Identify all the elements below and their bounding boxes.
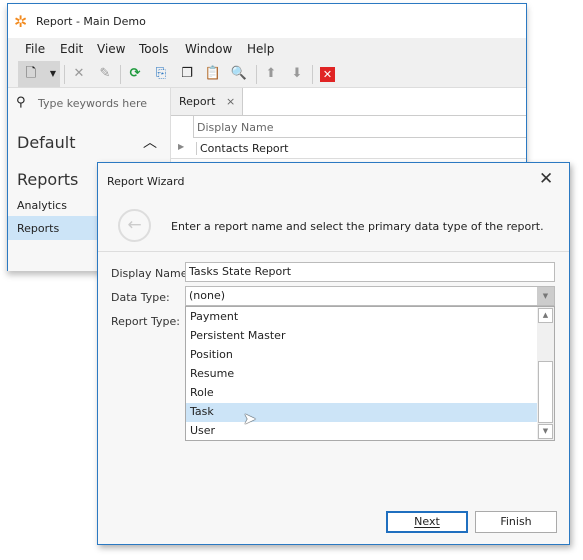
list-item[interactable]: Task [186,403,537,422]
search-input[interactable]: Type keywords here [38,97,147,110]
refresh-icon[interactable]: ⟳ [126,65,144,83]
next-button[interactable]: Next [386,511,468,533]
separator [120,65,121,84]
instruction-text: Enter a report name and select the prima… [171,220,544,233]
combo-value: (none) [189,289,226,302]
close-icon[interactable]: × [226,95,235,108]
window-title: Report - Main Demo [36,15,146,28]
edit-icon[interactable]: ✎ [96,65,114,83]
display-name-field[interactable]: Tasks State Report [185,262,555,282]
app-logo-icon: ✲ [14,12,28,31]
paste-icon[interactable]: 📋 [204,65,222,83]
divider [98,251,569,252]
dropdown-icon[interactable]: ▼ [44,65,62,83]
title-bar: ✲ Report - Main Demo [8,4,526,38]
menu-view[interactable]: View [97,42,125,56]
preview-icon[interactable]: 🔍 [230,65,248,83]
scrollbar[interactable]: ▲ ▼ [537,307,554,440]
list-item[interactable]: Role [186,384,537,403]
menu-file[interactable]: File [25,42,45,56]
scroll-up-icon[interactable]: ▲ [538,308,553,323]
data-type-label: Data Type: [111,291,170,304]
mouse-cursor-icon: ➤ [243,409,257,428]
list-item[interactable]: Persistent Master [186,327,537,346]
menu-edit[interactable]: Edit [60,42,83,56]
report-type-label: Report Type: [111,315,180,328]
finish-button[interactable]: Finish [475,511,557,533]
scroll-down-icon[interactable]: ▼ [538,424,553,439]
expand-icon[interactable]: ▶ [178,142,184,151]
tab-report[interactable]: Report × [171,88,243,115]
report-wizard-dialog: Report Wizard ✕ ← Enter a report name an… [97,162,570,545]
menu-bar: File Edit View Tools Window Help [8,38,526,61]
close-icon[interactable]: ✕ [539,169,553,189]
menu-window[interactable]: Window [185,42,232,56]
scroll-thumb[interactable] [538,361,553,423]
table-row[interactable]: ▶ Contacts Report [171,138,526,159]
sidebar-item-analytics[interactable]: Analytics [17,199,67,212]
separator [64,65,65,84]
group-reports[interactable]: Reports [17,170,78,189]
grid-header: Display Name [193,116,526,138]
toolbar: 🗋 ▼ ✕ ✎ ⟳ ⎘ ❐ 📋 🔍 ⬆ ⬇ ✕ [8,61,526,88]
display-name-label: Display Name: [111,267,192,280]
delete-icon[interactable]: ✕ [70,65,88,83]
separator [256,65,257,84]
chevron-down-icon[interactable]: ▼ [537,287,554,305]
back-button[interactable]: ← [118,209,151,242]
copy-icon[interactable]: ❐ [178,65,196,83]
dialog-title: Report Wizard [107,175,185,188]
list-item[interactable]: Payment [186,308,537,327]
down-icon[interactable]: ⬇ [288,65,306,83]
new-icon[interactable]: 🗋 [22,65,40,83]
finish-label: Finish [500,515,532,528]
menu-help[interactable]: Help [247,42,274,56]
cell: Contacts Report [196,142,289,155]
list-item[interactable]: Resume [186,365,537,384]
list-item[interactable]: Position [186,346,537,365]
separator [312,65,313,84]
list-item[interactable]: User [186,422,537,441]
tab-label: Report [179,95,216,108]
data-type-combo[interactable]: (none) ▼ [185,286,555,306]
search-icon: ⚲ [16,95,26,110]
close-red-icon[interactable]: ✕ [320,67,335,82]
sidebar-item-label: Reports [17,222,60,235]
chevron-up-icon[interactable]: ︿ [143,132,157,152]
up-icon[interactable]: ⬆ [262,65,280,83]
column-display-name[interactable]: Display Name [197,121,274,134]
next-label: Next [414,515,440,528]
export-icon[interactable]: ⎘ [152,65,170,83]
data-type-dropdown-list: Payment Persistent Master Position Resum… [185,306,555,441]
menu-tools[interactable]: Tools [139,42,169,56]
group-default[interactable]: Default [17,133,75,152]
